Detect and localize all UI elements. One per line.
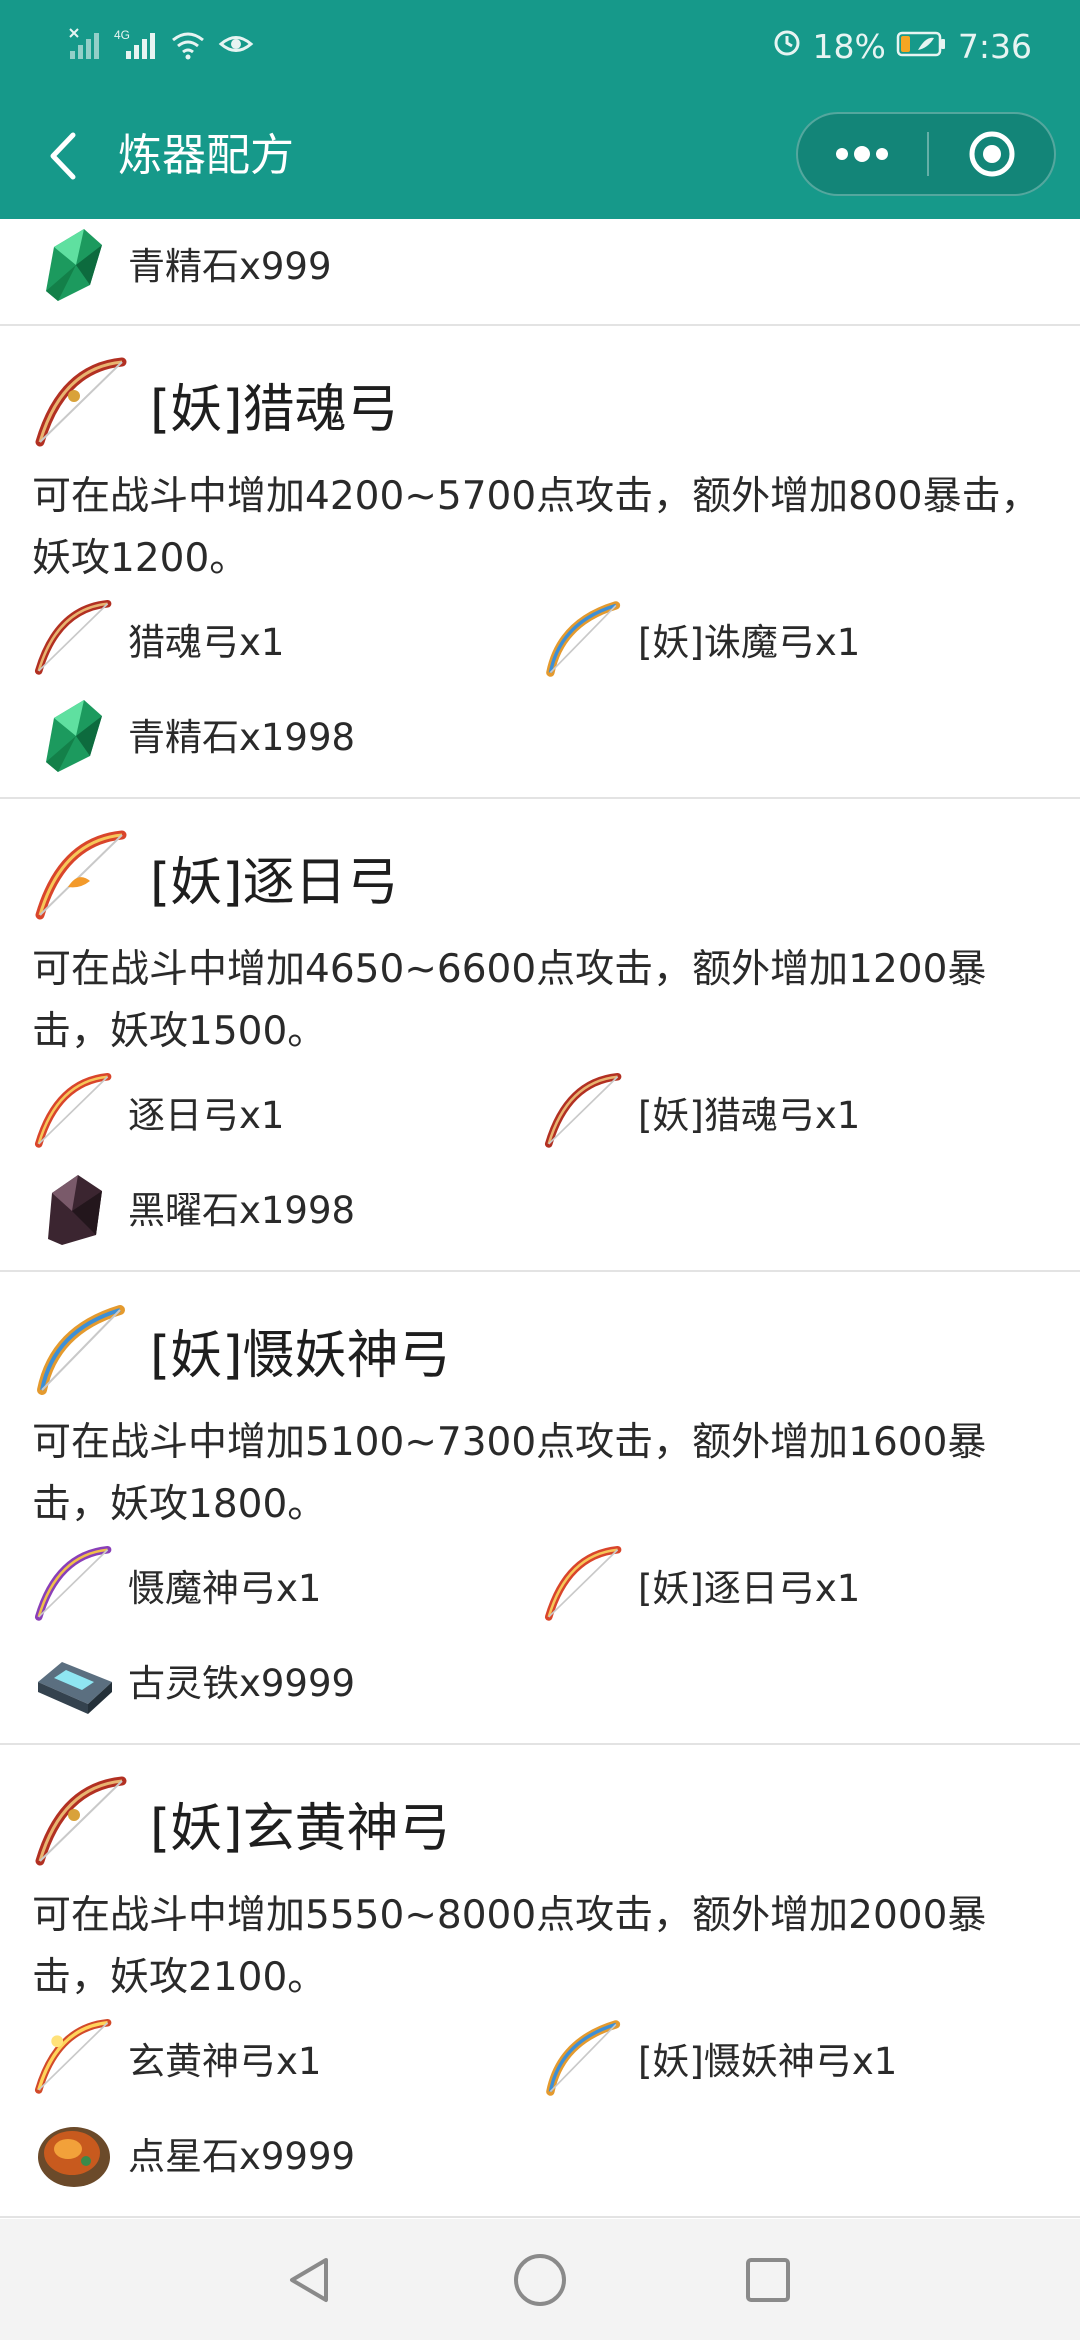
material-label: [妖]诛魔弓x1 (638, 621, 861, 664)
red-bow-icon (32, 597, 116, 681)
status-bar: 4G 18% 7:36 (0, 0, 1080, 92)
nav-home-button[interactable] (500, 2244, 580, 2316)
recipe-list[interactable]: 青精石x999 [妖]猎魂弓 可在战斗中增加4200~5700点攻击，额外增加8… (0, 219, 1080, 2219)
material-label: 慑魔神弓x1 (128, 1567, 322, 1610)
triangle-back-icon (290, 2258, 328, 2302)
network-type-label: 4G (114, 28, 130, 42)
title-bar: 炼器配方 (0, 92, 1080, 219)
material-label: [妖]逐日弓x1 (638, 1567, 861, 1610)
green-crystal-icon (32, 692, 116, 776)
green-crystal-icon (32, 221, 116, 305)
wifi-icon (170, 27, 206, 65)
page-title: 炼器配方 (118, 130, 294, 181)
recipe-header: [妖]猎魂弓 (32, 354, 399, 454)
material-item: [妖]诛魔弓x1 (542, 591, 860, 687)
recipe-title: [妖]猎魂弓 (150, 379, 399, 440)
material-label: 逐日弓x1 (128, 1094, 285, 1137)
material-label: 古灵铁x9999 (128, 1662, 356, 1705)
material-label: 青精石x999 (128, 245, 332, 288)
purple-bow-icon (32, 1543, 116, 1627)
flame-bow-icon (542, 1543, 626, 1627)
red-bow-icon (542, 1070, 626, 1154)
app-header: 4G 18% 7:36 炼器配方 (0, 0, 1080, 219)
more-dots-icon (836, 146, 888, 162)
recipe-description: 可在战斗中增加5550~8000点攻击，额外增加2000暴击，妖攻2100。 (32, 1893, 987, 2000)
recipe-header: [妖]慑妖神弓 (32, 1300, 451, 1400)
material-label: 黑曜石x1998 (128, 1189, 356, 1232)
red-bow-icon (32, 354, 132, 454)
blue-gold-bow-icon (542, 2016, 626, 2100)
cell-signal-icon: 4G (114, 27, 158, 65)
recipe-title: [妖]逐日弓 (150, 852, 399, 913)
material-label: 青精石x1998 (128, 716, 356, 759)
nav-recents-button[interactable] (728, 2244, 808, 2316)
recipe-card: [妖]玄黄神弓 可在战斗中增加5550~8000点攻击，额外增加2000暴击，妖… (0, 1745, 1080, 2218)
recipe-header: [妖]玄黄神弓 (32, 1773, 451, 1873)
star-stone-icon (32, 2111, 116, 2195)
recipe-card: [妖]猎魂弓 可在战斗中增加4200~5700点攻击，额外增加800暴击，妖攻1… (0, 326, 1080, 799)
blue-gold-bow-icon (32, 1300, 132, 1400)
iron-ingot-icon (32, 1638, 116, 1722)
status-left: 4G (68, 22, 254, 70)
close-miniprogram-button[interactable] (929, 114, 1054, 194)
recipe-card: [妖]慑妖神弓 可在战斗中增加5100~7300点攻击，额外增加1600暴击，妖… (0, 1272, 1080, 1745)
recipe-title: [妖]玄黄神弓 (150, 1798, 451, 1859)
flame-bow-icon (32, 827, 132, 927)
square-recents-icon (746, 2258, 790, 2302)
back-button[interactable] (34, 118, 90, 194)
system-nav-bar (0, 2219, 1080, 2340)
material-item: 青精石x999 (32, 219, 332, 307)
golden-bow-icon (32, 2016, 116, 2100)
material-label: 点星石x9999 (128, 2135, 356, 2178)
material-item: 逐日弓x1 (32, 1064, 284, 1160)
material-item: 玄黄神弓x1 (32, 2010, 321, 2106)
recipe-description: 可在战斗中增加4200~5700点攻击，额外增加800暴击，妖攻1200。 (32, 474, 1040, 581)
material-label: 猎魂弓x1 (128, 621, 285, 664)
recipe-card-partial: 青精石x999 (0, 219, 1080, 326)
red-bow-icon (32, 1773, 132, 1873)
material-item: [妖]猎魂弓x1 (542, 1064, 860, 1160)
battery-percent: 18% (812, 26, 886, 66)
eye-comfort-icon (218, 27, 254, 65)
flame-bow-icon (32, 1070, 116, 1154)
material-item: [妖]慑妖神弓x1 (542, 2010, 897, 2106)
blue-gold-bow-icon (542, 597, 626, 681)
recipe-card: [妖]逐日弓 可在战斗中增加4650~6600点攻击，额外增加1200暴击，妖攻… (0, 799, 1080, 1272)
target-close-icon (969, 131, 1014, 177)
material-label: [妖]猎魂弓x1 (638, 1094, 861, 1137)
clock: 7:36 (957, 26, 1032, 66)
material-item: 黑曜石x1998 (32, 1159, 355, 1255)
material-label: [妖]慑妖神弓x1 (638, 2040, 898, 2083)
material-label: 玄黄神弓x1 (128, 2040, 322, 2083)
status-right: 18% 7:36 (771, 22, 1032, 70)
recipe-description: 可在战斗中增加4650~6600点攻击，额外增加1200暴击，妖攻1500。 (32, 947, 987, 1054)
more-button[interactable] (798, 114, 926, 194)
recipe-title: [妖]慑妖神弓 (150, 1325, 451, 1386)
miniprogram-capsule (796, 112, 1056, 196)
nav-back-button[interactable] (270, 2244, 350, 2316)
recipe-header: [妖]逐日弓 (32, 827, 399, 927)
obsidian-icon (32, 1165, 116, 1249)
battery-icon (896, 27, 948, 66)
chevron-left-icon (50, 132, 76, 180)
material-item: 慑魔神弓x1 (32, 1537, 321, 1633)
material-item: 青精石x1998 (32, 686, 355, 782)
material-item: [妖]逐日弓x1 (542, 1537, 860, 1633)
circle-home-icon (514, 2254, 566, 2306)
alarm-icon (771, 26, 803, 66)
no-sim-signal-icon (68, 27, 102, 65)
recipe-description: 可在战斗中增加5100~7300点攻击，额外增加1600暴击，妖攻1800。 (32, 1420, 987, 1527)
material-item: 古灵铁x9999 (32, 1632, 355, 1728)
material-item: 猎魂弓x1 (32, 591, 284, 687)
material-item: 点星石x9999 (32, 2105, 355, 2201)
